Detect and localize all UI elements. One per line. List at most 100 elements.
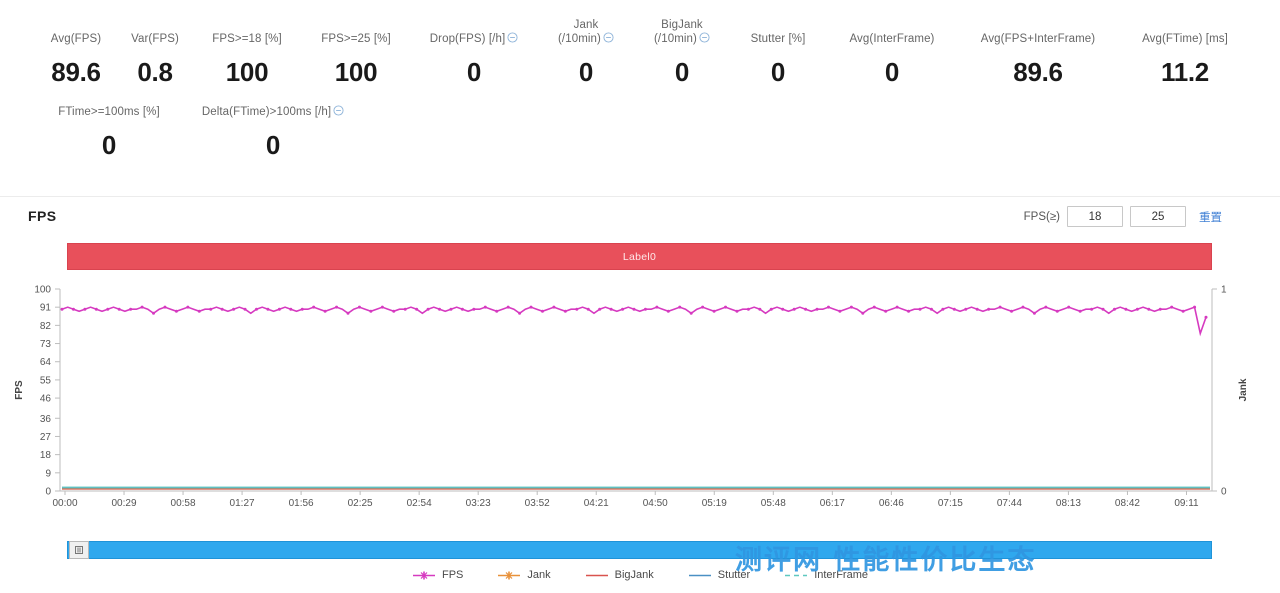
series-point-fps — [792, 307, 796, 311]
info-icon[interactable] — [603, 32, 614, 43]
metric-cell: Stutter [%] 0 — [730, 32, 826, 87]
legend-item-jank[interactable]: Jank — [497, 569, 551, 581]
legend-item-fps[interactable]: FPS — [412, 569, 463, 581]
series-point-fps — [163, 305, 167, 309]
series-point-fps — [804, 307, 808, 311]
series-point-fps — [1170, 305, 1174, 309]
series-point-fps — [186, 305, 190, 309]
series-point-fps — [415, 307, 419, 311]
metric-label: FTime>=100ms [%] — [58, 106, 160, 118]
chart-title: FPS — [28, 208, 57, 224]
x-tick-label: 07:44 — [997, 498, 1022, 509]
series-point-fps — [266, 307, 270, 311]
label-banner[interactable]: Label0 — [67, 243, 1212, 270]
series-point-fps — [117, 307, 121, 311]
metrics-panel: Avg(FPS) 89.6 Var(FPS) 0.8 FPS>=18 [%] 100 FPS… — [0, 0, 1280, 160]
series-point-fps — [769, 307, 773, 311]
legend-item-bigjank[interactable]: BigJank — [585, 569, 654, 581]
legend-item-stutter[interactable]: Stutter — [688, 569, 750, 581]
metrics-row-secondary: FTime>=100ms [%] 0 Delta(FTime)>100ms [/h]… — [0, 105, 1280, 160]
x-tick-label: 09:11 — [1174, 498, 1199, 509]
chart-header: FPS FPS(≥) 重置 — [0, 197, 1280, 237]
fps-threshold-low-input[interactable] — [1067, 206, 1123, 227]
legend-label: Stutter — [717, 569, 751, 581]
metric-cell: FPS>=25 [%] 100 — [302, 32, 410, 87]
label-banner-text: Label0 — [622, 250, 657, 263]
series-point-fps — [197, 309, 201, 313]
series-point-fps — [918, 307, 922, 311]
fps-threshold-high-input[interactable] — [1130, 206, 1186, 227]
metrics-row-primary: Avg(FPS) 89.6 Var(FPS) 0.8 FPS>=18 [%] 100 FPS… — [0, 18, 1280, 87]
series-point-fps — [529, 305, 533, 309]
series-point-fps — [598, 307, 602, 311]
series-point-fps — [609, 307, 613, 311]
series-point-fps — [826, 305, 830, 309]
series-point-fps — [987, 307, 991, 311]
series-line-fps — [61, 306, 1207, 337]
series-point-fps — [483, 305, 487, 309]
metric-value: 0 — [770, 57, 786, 87]
series-point-fps — [300, 307, 304, 311]
y-tick-label: 0 — [45, 487, 51, 498]
x-tick-label: 00:00 — [52, 498, 77, 509]
y-tick-label: 27 — [40, 432, 52, 443]
x-tick-label: 00:29 — [112, 498, 137, 509]
reset-link[interactable]: 重置 — [1199, 209, 1222, 225]
y-tick-label: 18 — [40, 450, 52, 461]
series-point-fps — [884, 309, 888, 313]
series-point-fps — [129, 307, 133, 311]
scrollbar-left-handle[interactable] — [69, 541, 89, 559]
legend-swatch-icon — [785, 574, 808, 576]
series-point-fps — [1032, 311, 1036, 315]
legend-item-interframe[interactable]: InterFrame — [784, 569, 868, 581]
fps-plot-svg: 0 9 18 27 36 46 55 64 73 82 91 100 0 1 FPS Jank 00:00 00:… — [14, 285, 1249, 510]
metric-cell: Avg(FPS) 89.6 — [34, 32, 118, 87]
series-point-fps — [678, 305, 682, 309]
series-point-fps — [781, 307, 785, 311]
plot-area[interactable]: 0 9 18 27 36 46 55 64 73 82 91 100 0 1 FPS Jank 00:00 00:… — [0, 281, 1280, 531]
series-point-fps — [140, 305, 144, 309]
metric-label: Avg(FTime) [ms] — [1142, 33, 1228, 45]
metric-value: 0 — [884, 57, 900, 87]
series-point-fps — [1078, 309, 1082, 313]
fps-chart-card: FPS FPS(≥) 重置 Label0 0 9 18 27 36 46 55 64 73 82 9… — [0, 196, 1280, 593]
series-point-fps — [94, 307, 98, 311]
info-icon[interactable] — [507, 32, 518, 43]
series-point-fps — [1158, 307, 1162, 311]
metric-label: Drop(FPS) [/h] — [430, 32, 519, 46]
series-point-fps — [838, 309, 842, 313]
y-tick-label: 100 — [34, 285, 51, 296]
chart-range-scrollbar[interactable] — [67, 541, 1212, 559]
series-point-fps — [83, 307, 87, 311]
x-tick-label: 03:23 — [466, 498, 491, 509]
series-point-fps — [1124, 307, 1128, 311]
series-point-fps — [849, 305, 853, 309]
series-point-fps — [1193, 305, 1197, 309]
metric-cell: Var(FPS) 0.8 — [118, 32, 192, 87]
series-point-fps — [1147, 307, 1151, 311]
series-point-fps — [506, 305, 510, 309]
drag-handle-icon — [75, 546, 83, 554]
metric-cell: Delta(FTime)>100ms [/h] 0 — [180, 105, 366, 160]
series-point-fps — [1067, 305, 1071, 309]
series-point-fps — [701, 305, 705, 309]
x-tick-label: 07:15 — [938, 498, 963, 509]
info-icon[interactable] — [699, 32, 710, 43]
series-point-fps — [518, 311, 522, 315]
metric-value: 0 — [101, 130, 117, 160]
metric-value: 11.2 — [1161, 57, 1209, 87]
series-point-fps — [277, 307, 281, 311]
y-tick-label: 64 — [40, 357, 52, 368]
metric-cell: FTime>=100ms [%] 0 — [38, 105, 180, 160]
legend-swatch-icon — [585, 574, 608, 576]
y-tick-label: 9 — [45, 468, 51, 479]
metric-cell: Avg(InterFrame) 0 — [826, 32, 958, 87]
series-point-fps — [495, 309, 499, 313]
series-point-fps — [632, 307, 636, 311]
series-point-fps — [621, 307, 625, 311]
legend-swatch-icon — [688, 574, 711, 576]
info-icon[interactable] — [333, 105, 344, 116]
series-point-fps — [563, 309, 567, 313]
metric-value: 100 — [225, 57, 269, 87]
metric-label: Avg(InterFrame) — [849, 33, 935, 45]
